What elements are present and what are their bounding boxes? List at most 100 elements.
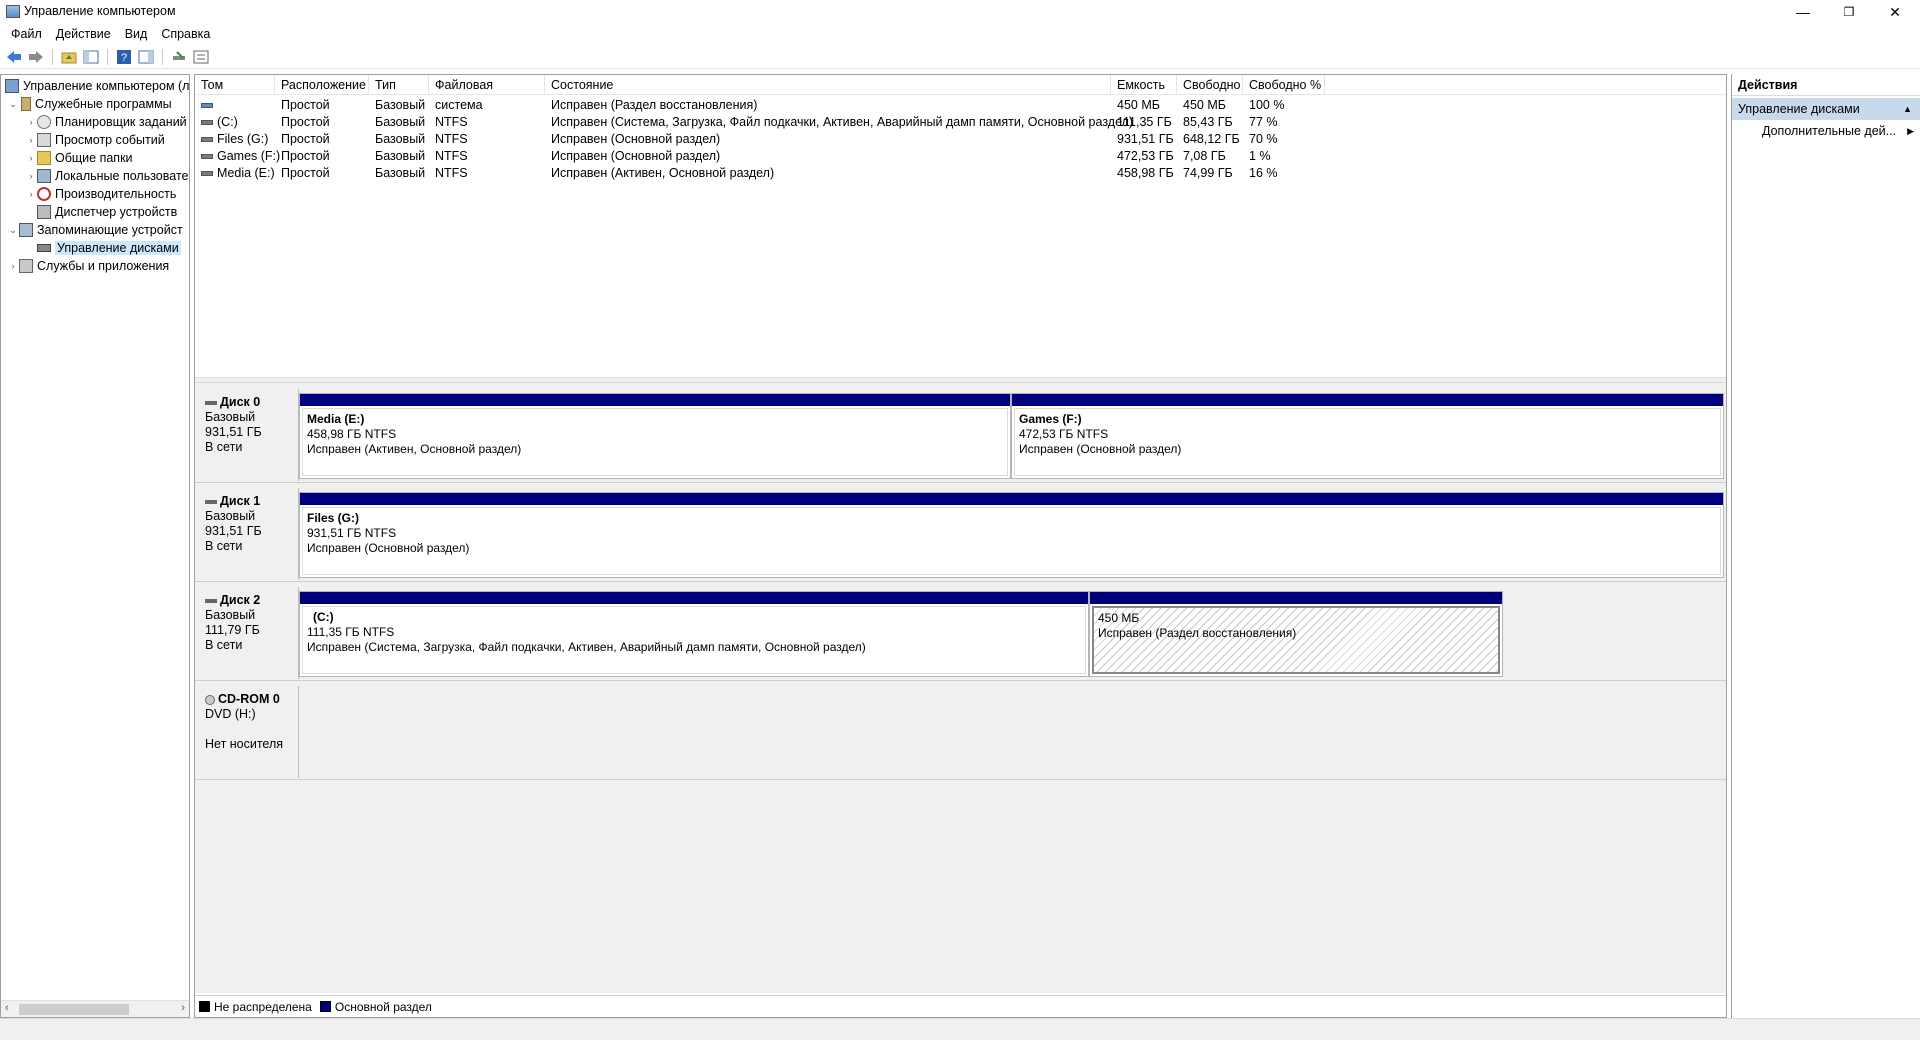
primary-partition-bar xyxy=(300,493,1723,505)
legend: Не распределена Основной раздел xyxy=(195,995,1726,1017)
partition-files-g[interactable]: Files (G:) 931,51 ГБ NTFS Исправен (Осно… xyxy=(299,492,1724,578)
tree-item-shared-folders[interactable]: › Общие папки xyxy=(25,149,133,167)
partition-games-f[interactable]: Games (F:) 472,53 ГБ NTFS Исправен (Осно… xyxy=(1011,393,1724,479)
tree-item-disk-management[interactable]: Управление дисками xyxy=(25,239,181,257)
console-tree-icon xyxy=(83,50,99,63)
tools-icon xyxy=(21,97,31,111)
up-level-button[interactable] xyxy=(59,47,79,67)
disk-connect-icon xyxy=(173,50,185,60)
menu-help[interactable]: Справка xyxy=(154,27,217,41)
primary-partition-bar xyxy=(300,394,1010,406)
collapse-up-icon[interactable]: ▲ xyxy=(1903,98,1912,120)
chevron-right-icon[interactable]: › xyxy=(25,189,37,199)
actions-header: Действия xyxy=(1732,74,1920,96)
tree-item-computer-management[interactable]: Управление компьютером (л xyxy=(5,77,189,95)
chevron-right-icon[interactable]: › xyxy=(25,153,37,163)
column-header-free[interactable]: Свободно xyxy=(1177,75,1243,95)
primary-partition-bar xyxy=(1090,592,1502,604)
chevron-right-icon[interactable]: › xyxy=(25,117,37,127)
forward-arrow-icon xyxy=(29,50,43,63)
disk-row-cdrom: CD-ROM 0 DVD (H:) Нет носителя xyxy=(195,684,1726,780)
volume-icon xyxy=(201,103,213,109)
menu-view[interactable]: Вид xyxy=(118,27,155,41)
toolbar: ? xyxy=(0,45,1920,69)
chevron-down-icon[interactable]: ⌄ xyxy=(7,225,19,236)
properties-icon xyxy=(193,50,209,63)
users-icon xyxy=(37,169,51,183)
tree-item-event-viewer[interactable]: › Просмотр событий xyxy=(25,131,165,149)
tree-item-storage[interactable]: ⌄ Запоминающие устройст xyxy=(7,221,183,239)
volume-icon xyxy=(201,171,213,177)
show-action-pane-button[interactable] xyxy=(136,47,156,67)
scroll-left-icon[interactable]: ‹ xyxy=(5,1002,9,1014)
back-button[interactable] xyxy=(4,47,24,67)
menu-file[interactable]: Файл xyxy=(4,27,49,41)
disk-icon xyxy=(205,400,217,405)
help-button[interactable]: ? xyxy=(114,47,134,67)
column-header-type[interactable]: Тип xyxy=(369,75,429,95)
device-manager-icon xyxy=(37,205,51,219)
connect-button[interactable] xyxy=(169,47,189,67)
column-header-capacity[interactable]: Емкость xyxy=(1111,75,1177,95)
column-header-status[interactable]: Состояние xyxy=(545,75,1111,95)
primary-partition-bar xyxy=(1012,394,1723,406)
forward-button[interactable] xyxy=(26,47,46,67)
more-actions-item[interactable]: Дополнительные дей... ▶ xyxy=(1732,120,1920,142)
menu-bar: Файл Действие Вид Справка xyxy=(0,24,1920,44)
submenu-arrow-icon: ▶ xyxy=(1907,126,1914,136)
toolbar-separator xyxy=(52,48,53,65)
disk-row-0: Диск 0 Базовый 931,51 ГБ В сети Media (E… xyxy=(195,387,1726,483)
chevron-right-icon[interactable]: › xyxy=(25,135,37,145)
tree-item-device-manager[interactable]: Диспетчер устройств xyxy=(25,203,177,221)
table-row[interactable]: Files (G:) Простой Базовый NTFS Исправен… xyxy=(195,131,1726,148)
tree-item-system-tools[interactable]: ⌄ Служебные программы xyxy=(7,95,172,113)
chevron-right-icon[interactable]: › xyxy=(7,261,19,271)
volume-list-header: Том Расположение Тип Файловая система Со… xyxy=(195,75,1726,112)
unallocated-swatch xyxy=(199,1001,210,1012)
properties-button[interactable] xyxy=(191,47,211,67)
tree-item-services-apps[interactable]: › Службы и приложения xyxy=(7,257,169,275)
scrollbar-thumb[interactable] xyxy=(19,1004,129,1015)
disk-label-2[interactable]: Диск 2 Базовый 111,79 ГБ В сети xyxy=(197,587,299,679)
title-bar: Управление компьютером — ❐ ✕ xyxy=(0,0,1920,24)
console-tree: Управление компьютером (л ⌄ Служебные пр… xyxy=(0,74,190,1018)
chevron-down-icon[interactable]: ⌄ xyxy=(7,99,19,110)
partition-media-e[interactable]: Media (E:) 458,98 ГБ NTFS Исправен (Акти… xyxy=(299,393,1011,479)
volume-icon xyxy=(201,137,213,143)
disk-row-2: Диск 2 Базовый 111,79 ГБ В сети (C:) 111… xyxy=(195,585,1726,681)
disk-label-0[interactable]: Диск 0 Базовый 931,51 ГБ В сети xyxy=(197,389,299,481)
actions-section-disk-management[interactable]: Управление дисками ▲ xyxy=(1732,98,1920,120)
minimize-button[interactable]: — xyxy=(1780,0,1826,24)
actions-pane: Действия Управление дисками ▲ Дополнител… xyxy=(1731,74,1920,1018)
tree-item-performance[interactable]: › Производительность xyxy=(25,185,176,203)
table-row[interactable]: Games (F:) Простой Базовый NTFS Исправен… xyxy=(195,148,1726,165)
disk-graph-view: Диск 0 Базовый 931,51 ГБ В сети Media (E… xyxy=(195,383,1726,993)
tree-item-local-users[interactable]: › Локальные пользовате xyxy=(25,167,188,185)
scroll-right-icon[interactable]: › xyxy=(181,1002,185,1014)
disk-icon xyxy=(205,499,217,504)
window-title: Управление компьютером xyxy=(24,4,176,18)
table-row[interactable]: Media (E:) Простой Базовый NTFS Исправен… xyxy=(195,165,1726,182)
show-hide-tree-button[interactable] xyxy=(81,47,101,67)
tree-item-task-scheduler[interactable]: › Планировщик заданий xyxy=(25,113,187,131)
restore-button[interactable]: ❐ xyxy=(1826,0,1872,24)
chevron-right-icon[interactable]: › xyxy=(25,171,37,181)
partition-system-c[interactable]: (C:) 111,35 ГБ NTFS Исправен (Система, З… xyxy=(299,591,1089,677)
table-row[interactable]: (C:) Простой Базовый NTFS Исправен (Сист… xyxy=(195,114,1726,131)
event-viewer-icon xyxy=(37,133,51,147)
menu-action[interactable]: Действие xyxy=(49,27,118,41)
tree-horizontal-scrollbar[interactable]: ‹ › xyxy=(1,1000,189,1017)
column-header-filesystem[interactable]: Файловая система xyxy=(429,75,545,112)
column-header-layout[interactable]: Расположение xyxy=(275,75,369,95)
disk-label-cdrom[interactable]: CD-ROM 0 DVD (H:) Нет носителя xyxy=(197,686,299,778)
column-header-volume[interactable]: Том xyxy=(195,75,275,95)
table-row[interactable]: Простой Базовый Исправен (Раздел восстан… xyxy=(195,97,1726,114)
close-button[interactable]: ✕ xyxy=(1872,0,1918,24)
column-header-free-percent[interactable]: Свободно % xyxy=(1243,75,1325,95)
disk-management-pane: Том Расположение Тип Файловая система Со… xyxy=(194,74,1727,1018)
partition-recovery[interactable]: 450 МБ Исправен (Раздел восстановления) xyxy=(1089,591,1503,677)
svg-text:?: ? xyxy=(121,52,127,64)
computer-management-icon xyxy=(5,79,19,93)
back-arrow-icon xyxy=(7,50,21,63)
disk-label-1[interactable]: Диск 1 Базовый 931,51 ГБ В сети xyxy=(197,488,299,580)
